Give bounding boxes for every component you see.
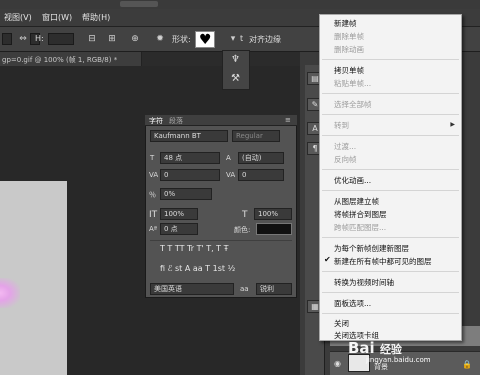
tsume-icon: ％ — [149, 191, 156, 199]
faux-style-buttons[interactable]: T T TT Tr T' T, T Ŧ — [160, 244, 229, 253]
watermark-brand-2: 经验 — [379, 343, 402, 356]
menu-item-paste-frame[interactable]: 粘贴单帧... — [334, 78, 371, 89]
tool-flyout: ♆ ⚒ — [222, 50, 250, 90]
shape-picker[interactable]: ♥ — [195, 31, 215, 48]
menu-item-select-all-frames[interactable]: 选择全部帧 — [334, 99, 372, 110]
gear-icon[interactable]: ✹ — [155, 34, 165, 44]
vertical-scale-icon: IT — [149, 210, 158, 220]
kerning-icon: VA — [149, 171, 159, 179]
shape-picker-arrow-icon[interactable]: ▾ — [228, 34, 238, 44]
checkmark-icon: ✔ — [324, 255, 331, 264]
vertical-scale-field[interactable]: 100% — [160, 208, 198, 220]
leading-icon: A — [226, 154, 231, 162]
menu-item-new-frame[interactable]: 新建帧 — [334, 18, 357, 29]
menu-item-reverse-frames[interactable]: 反向帧 — [334, 154, 357, 165]
watermark-brand: Bai — [348, 339, 375, 357]
baseline-shift-field[interactable]: 0 点 — [160, 223, 198, 235]
menu-separator — [322, 135, 459, 136]
menu-item-delete-animation[interactable]: 删除动画 — [334, 44, 364, 55]
menu-item-make-frames-from-layers[interactable]: 从图层建立帧 — [334, 196, 379, 207]
panel-menu-icon[interactable]: ≡ — [285, 116, 291, 124]
path-align-icon[interactable]: ⊞ — [107, 34, 117, 44]
antialias-label: aa — [240, 285, 249, 293]
baidu-watermark: Bai 经验 — [348, 339, 402, 357]
watermark-url: jingyan.baidu.com — [366, 356, 431, 364]
menu-separator — [322, 313, 459, 314]
shape-label: 形状: — [172, 35, 191, 44]
menu-item-go-to[interactable]: 转到 — [334, 120, 349, 131]
panel-divider — [150, 240, 292, 241]
menu-window[interactable]: 窗口(W) — [42, 12, 72, 23]
align-edges-prefix: t — [240, 34, 244, 43]
menu-separator — [322, 59, 459, 60]
menu-item-delete-frame[interactable]: 删除单帧 — [334, 31, 364, 42]
menu-separator — [322, 169, 459, 170]
font-family-field[interactable]: Kaufmann BT — [150, 130, 228, 142]
kerning-field[interactable]: 0 — [160, 169, 220, 181]
path-arrange-icon[interactable]: ⊕ — [130, 34, 140, 44]
text-color-swatch[interactable] — [256, 223, 292, 235]
baseline-shift-icon: Aª — [149, 225, 158, 233]
tab-character[interactable]: 字符 — [149, 116, 163, 126]
menu-item-new-layers-visible[interactable]: 新建在所有帧中都可见的图层 — [334, 256, 432, 267]
menu-item-tween[interactable]: 过渡... — [334, 141, 356, 152]
title-strip — [0, 0, 480, 9]
lock-icon: 🔒 — [462, 360, 472, 369]
menu-item-optimize-animation[interactable]: 优化动画... — [334, 175, 371, 186]
menu-view[interactable]: 视图(V) — [4, 12, 32, 23]
menu-item-match-layer-across-frames[interactable]: 跨帧匹配图层... — [334, 222, 386, 233]
height-label: H: — [35, 34, 44, 43]
menu-item-copy-frame[interactable]: 拷贝单帧 — [334, 65, 364, 76]
link-icon[interactable]: ⇔ — [18, 34, 28, 44]
menu-item-create-layer-each-frame[interactable]: 为每个新帧创建新图层 — [334, 243, 409, 254]
menu-separator — [322, 271, 459, 272]
submenu-arrow-icon: ▶ — [450, 121, 455, 128]
menu-item-panel-options[interactable]: 面板选项... — [334, 298, 371, 309]
menu-separator — [322, 237, 459, 238]
leading-field[interactable]: (自动) — [238, 152, 284, 164]
height-field[interactable] — [48, 33, 74, 45]
menu-separator — [322, 292, 459, 293]
tracking-field[interactable]: 0 — [238, 169, 284, 181]
opentype-buttons[interactable]: fi ℰ st A aa T 1st ½ — [160, 264, 235, 273]
eye-icon[interactable]: ◉ — [334, 359, 341, 368]
language-field[interactable]: 美国英语 — [150, 283, 234, 295]
menu-separator — [322, 114, 459, 115]
context-menu: 新建帧 删除单帧 删除动画 拷贝单帧 粘贴单帧... 选择全部帧 转到 ▶ 过渡… — [319, 14, 462, 341]
character-panel-header: 字符 段落 ≡ — [145, 115, 297, 126]
menu-item-flatten-frames-into-layers[interactable]: 将帧拼合到图层 — [334, 209, 387, 220]
tracking-icon: VA — [226, 171, 236, 179]
menu-item-close[interactable]: 关闭 — [334, 318, 349, 329]
font-size-icon: T — [150, 154, 155, 162]
tab-paragraph[interactable]: 段落 — [169, 116, 183, 126]
canvas-pink-glow — [0, 278, 20, 308]
brush-icon[interactable]: ♆ — [231, 54, 240, 65]
menu-separator — [322, 93, 459, 94]
horizontal-scale-field[interactable]: 100% — [254, 208, 292, 220]
menu-separator — [322, 190, 459, 191]
align-edges-label[interactable]: 对齐边缘 — [249, 34, 281, 45]
tools-icon[interactable]: ⚒ — [231, 73, 240, 84]
color-label: 颜色: — [234, 226, 251, 234]
width-field[interactable] — [2, 33, 12, 45]
document-tab-title: gp=0.gif @ 100% (帧 1, RGB/8) * — [2, 56, 118, 64]
tsume-field[interactable]: 0% — [160, 188, 212, 200]
heart-shape-icon: ♥ — [199, 32, 212, 48]
font-style-field[interactable]: Regular — [232, 130, 280, 142]
character-panel: Kaufmann BT Regular T 48 点 A (自动) VA 0 V… — [145, 115, 297, 298]
horizontal-scale-icon: T — [242, 210, 248, 220]
menu-item-convert-video-timeline[interactable]: 转换为视频时间轴 — [334, 277, 394, 288]
font-size-field[interactable]: 48 点 — [160, 152, 220, 164]
title-search-box[interactable] — [120, 1, 158, 7]
antialias-field[interactable]: 锐利 — [256, 283, 292, 295]
menu-help[interactable]: 帮助(H) — [82, 12, 110, 23]
path-ops-icon[interactable]: ⊟ — [87, 34, 97, 44]
